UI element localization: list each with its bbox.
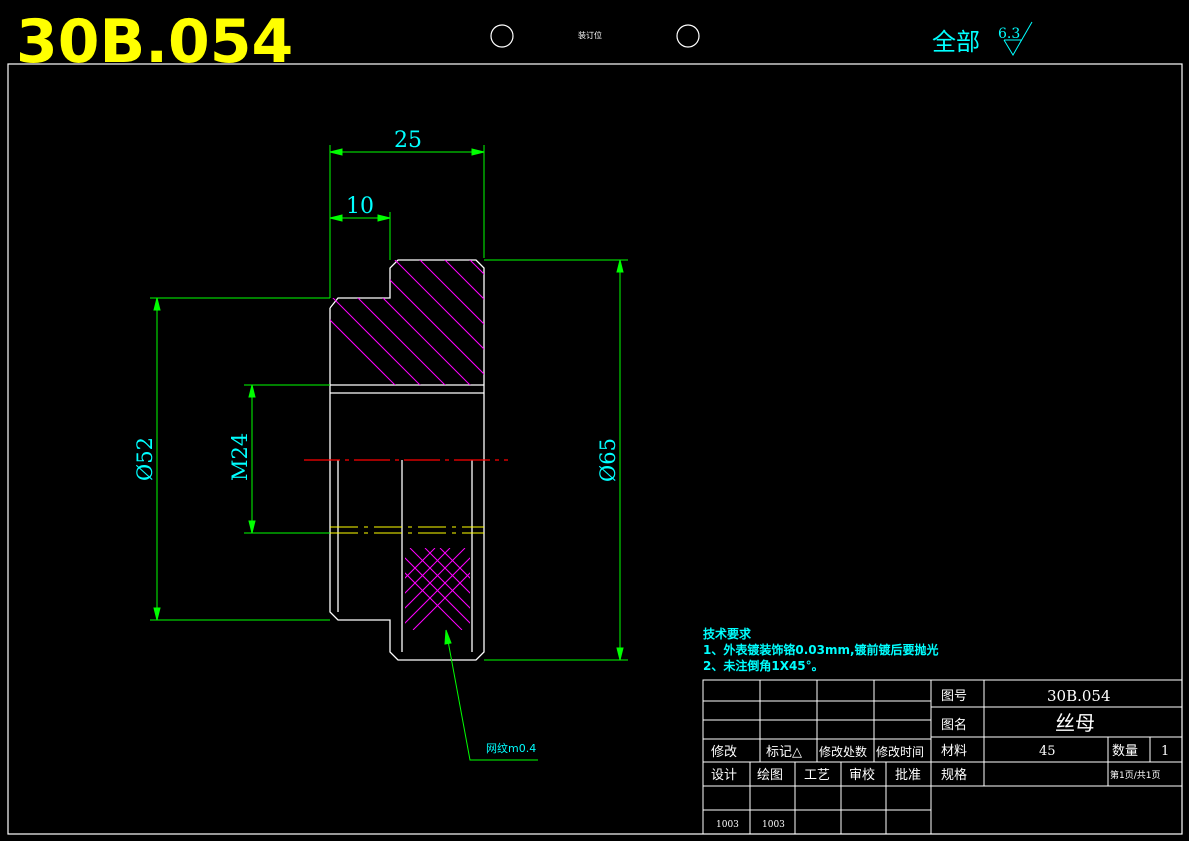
sign-label-drafting: 绘图 [757, 768, 783, 783]
part-name-value: 丝母 [1055, 711, 1095, 735]
sign-label-design: 设计 [711, 768, 737, 783]
cad-drawing: 30B.054 装订位 全部 6.3 25 10 Ø52 M24 Ø65 网纹m… [7, 7, 1183, 835]
dim-bore-diameter: Ø52 [133, 437, 157, 481]
material-value: 45 [1039, 744, 1056, 759]
binding-hole-right [676, 24, 700, 48]
material-label: 材料 [941, 744, 967, 759]
quantity-value: 1 [1161, 744, 1169, 759]
dimension-lines [150, 145, 628, 761]
roughness-prefix: 全部 [932, 28, 980, 56]
sign-value-design: 1003 [716, 820, 739, 830]
thread-lines [330, 526, 484, 534]
dim-overall-width: 25 [394, 128, 422, 153]
spec-label: 规格 [941, 767, 967, 783]
rev-label-count: 修改处数 [819, 744, 867, 759]
rev-label-mark: 标记△ [766, 745, 802, 760]
binding-label: 装订位 [578, 30, 602, 40]
drawing-no-value: 30B.054 [1047, 687, 1111, 705]
sign-value-drafting: 1003 [762, 820, 785, 830]
tech-requirement-2: 2、未注倒角1X45°。 [703, 658, 824, 673]
sign-label-process: 工艺 [804, 768, 830, 783]
knurl-note: 网纹m0.4 [486, 741, 536, 755]
quantity-label: 数量 [1112, 744, 1138, 759]
rev-label-time: 修改时间 [876, 744, 924, 759]
tech-requirement-1: 1、外表镀装饰铬0.03mm,镀前镀后要抛光 [703, 642, 939, 657]
dim-step-width: 10 [346, 194, 374, 219]
knurl-pattern [405, 548, 470, 630]
tech-requirements-title: 技术要求 [703, 626, 752, 641]
part-name-label: 图名 [941, 717, 967, 733]
drawing-border [7, 63, 1183, 835]
drawing-code-title: 30B.054 [16, 7, 293, 77]
sign-label-review: 审校 [849, 767, 875, 783]
page-info: 第1页/共1页 [1110, 769, 1161, 781]
rev-label-modify: 修改 [711, 745, 737, 760]
binding-hole-left [490, 24, 514, 48]
dim-outer-diameter: Ø65 [596, 438, 620, 482]
sign-label-approve: 批准 [895, 768, 921, 783]
dim-thread: M24 [228, 433, 252, 481]
drawing-no-label: 图号 [941, 689, 967, 704]
